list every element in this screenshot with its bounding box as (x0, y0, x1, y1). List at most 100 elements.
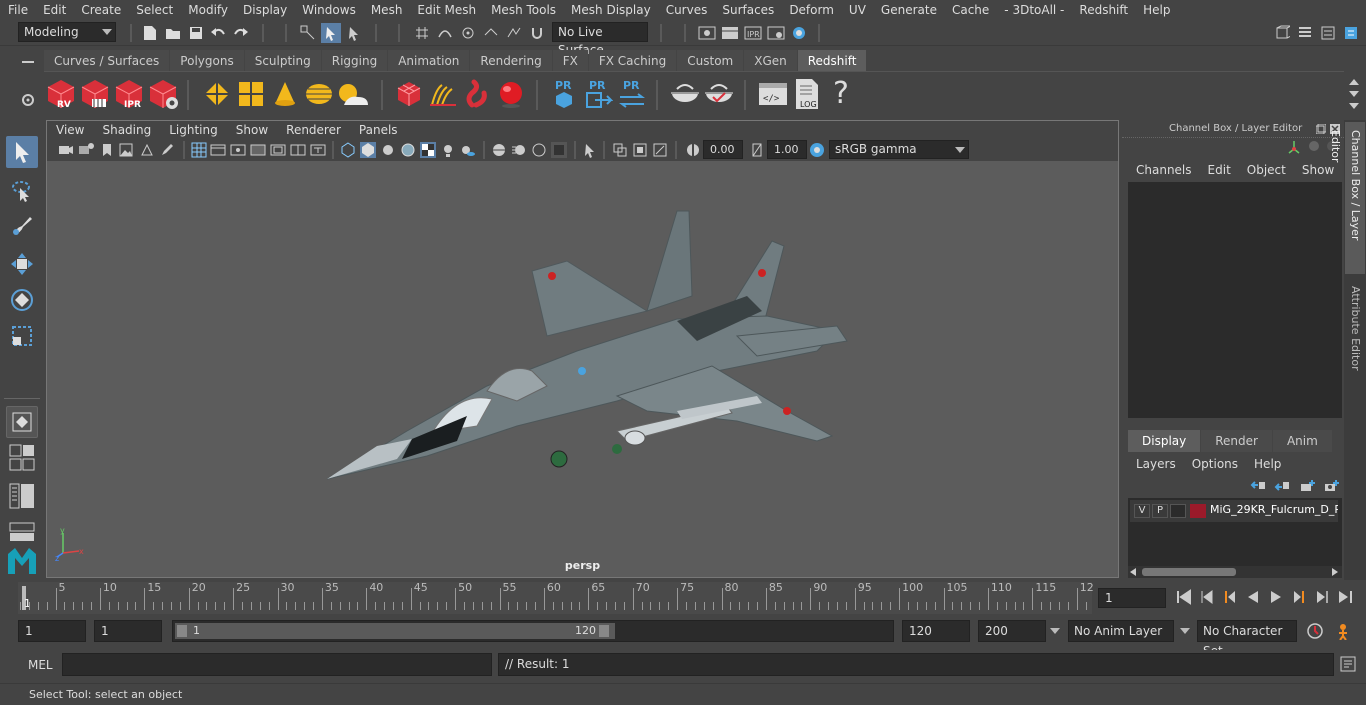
channel-box-menu-show[interactable]: Show (1294, 163, 1342, 177)
menu-file[interactable]: File (0, 3, 35, 17)
redshift-bake-button[interactable] (668, 77, 702, 111)
animation-start-field[interactable]: 1 (18, 620, 86, 642)
animation-end-field[interactable]: 200 (978, 620, 1046, 642)
layer-visibility-toggle[interactable]: V (1134, 504, 1150, 518)
menu-mesh[interactable]: Mesh (363, 3, 410, 17)
save-scene-icon[interactable] (186, 23, 206, 43)
new-empty-layer-icon[interactable] (1300, 479, 1316, 493)
shadows-icon[interactable] (460, 142, 476, 158)
menu-uv[interactable]: UV (841, 3, 873, 17)
layer-hscrollbar[interactable] (1128, 566, 1342, 578)
go-to-end-icon[interactable] (1337, 589, 1353, 605)
redshift-bake-sets-button[interactable] (702, 77, 736, 111)
shelf-tab-redshift[interactable]: Redshift (797, 50, 867, 71)
current-frame-field[interactable]: 1 (1098, 588, 1166, 608)
gamma-icon[interactable] (749, 142, 765, 158)
layer-row[interactable]: V P MiG_29KR_Fulcrum_D_Ru (1130, 500, 1338, 522)
four-view-layout-icon[interactable] (6, 442, 38, 474)
redshift-displacement-button[interactable] (460, 77, 494, 111)
redshift-mesh-light-button[interactable] (392, 77, 426, 111)
menu-windows[interactable]: Windows (294, 3, 363, 17)
new-layer-selected-icon[interactable] (1324, 479, 1340, 493)
layer-menu-options[interactable]: Options (1184, 457, 1246, 471)
viewport-menu-view[interactable]: View (47, 123, 93, 137)
shelf-tab-curves-surfaces[interactable]: Curves / Surfaces (44, 50, 170, 71)
scroll-thumb[interactable] (1142, 568, 1236, 576)
menu-redshift[interactable]: Redshift (1071, 3, 1135, 17)
layer-menu-layers[interactable]: Layers (1128, 457, 1184, 471)
redo-icon[interactable] (231, 23, 251, 43)
exposure-icon[interactable] (685, 142, 701, 158)
safe-title-icon[interactable] (310, 142, 326, 158)
time-slider[interactable]: 1 1 5 10 15 20 25 30 35 40 45 50 55 60 65 70 75 80 85 90 9… (0, 580, 1366, 616)
shelf-tab-fx[interactable]: FX (552, 50, 588, 71)
anim-layer-dropdown-icon[interactable] (1050, 627, 1060, 635)
menu-select[interactable]: Select (128, 3, 180, 17)
shelf-tab-fx-caching[interactable]: FX Caching (588, 50, 677, 71)
playback-end-field[interactable]: 120 (902, 620, 970, 642)
redshift-help-button[interactable]: ? (824, 77, 858, 111)
undo-icon[interactable] (208, 23, 228, 43)
auto-key-icon[interactable] (1306, 622, 1324, 640)
redshift-render-settings-button[interactable] (146, 77, 180, 111)
tool-settings-icon[interactable] (1318, 23, 1338, 43)
live-surface-field[interactable]: No Live Surface (552, 22, 648, 57)
multisample-aa-icon[interactable] (531, 142, 547, 158)
menu-cache[interactable]: Cache (944, 3, 996, 17)
side-tab-attribute-editor[interactable]: Attribute Editor (1345, 280, 1365, 380)
redshift-pr-export-button[interactable]: PR (581, 77, 615, 111)
menu-3dtoall[interactable]: - 3DtoAll - (996, 3, 1071, 17)
xray-icon[interactable] (612, 142, 628, 158)
menu-deform[interactable]: Deform (781, 3, 841, 17)
redshift-spot-light-button[interactable] (268, 77, 302, 111)
default-material-icon[interactable] (380, 142, 396, 158)
layer-color-swatch[interactable] (1190, 504, 1206, 518)
snap-point-icon[interactable] (458, 23, 478, 43)
manip-icon[interactable] (1287, 140, 1301, 154)
gate-mask-icon[interactable] (250, 142, 266, 158)
menu-surfaces[interactable]: Surfaces (714, 3, 781, 17)
attribute-editor-icon[interactable] (1295, 23, 1315, 43)
channel-box-menu-object[interactable]: Object (1239, 163, 1294, 177)
scroll-right-icon[interactable] (1332, 568, 1338, 576)
ipr-render-icon[interactable]: IPR (743, 23, 763, 43)
camera-attributes-icon[interactable] (78, 142, 94, 158)
redshift-ipr-button[interactable]: IPR (112, 77, 146, 111)
select-hierarchy-icon[interactable] (298, 23, 318, 43)
menu-mesh-tools[interactable]: Mesh Tools (483, 3, 563, 17)
script-editor-icon[interactable] (1340, 656, 1356, 672)
resolution-gate-icon[interactable] (230, 142, 246, 158)
step-forward-frame-icon[interactable] (1291, 589, 1307, 605)
shelf-tab-menu-icon[interactable] (18, 52, 38, 72)
menu-modify[interactable]: Modify (180, 3, 235, 17)
redshift-volume-button[interactable] (234, 77, 268, 111)
layer-display-type-toggle[interactable] (1170, 504, 1186, 518)
safe-action-icon[interactable] (290, 142, 306, 158)
channel-box-icon[interactable] (1341, 23, 1361, 43)
new-scene-icon[interactable] (140, 23, 160, 43)
shelf-menu-icon[interactable] (1344, 96, 1364, 116)
layer-tab-anim[interactable]: Anim (1272, 430, 1332, 452)
shelf-tab-rigging[interactable]: Rigging (321, 50, 388, 71)
scroll-left-icon[interactable] (1130, 568, 1136, 576)
viewport-menu-renderer[interactable]: Renderer (277, 123, 350, 137)
layer-menu-help[interactable]: Help (1246, 457, 1289, 471)
range-end-handle[interactable] (599, 625, 609, 637)
channel-box-menu-channels[interactable]: Channels (1128, 163, 1200, 177)
scale-tool-icon[interactable] (6, 320, 38, 352)
snap-grid-icon[interactable] (412, 23, 432, 43)
persp-viewport[interactable]: View Shading Lighting Show Renderer Panels (46, 120, 1119, 578)
viewport-menu-shading[interactable]: Shading (93, 123, 160, 137)
menu-curves[interactable]: Curves (658, 3, 715, 17)
channel-box-menu-edit[interactable]: Edit (1200, 163, 1239, 177)
mig-29-aircraft-model[interactable] (317, 201, 867, 491)
shelf-tab-animation[interactable]: Animation (388, 50, 470, 71)
rotate-tool-icon[interactable] (6, 284, 38, 316)
step-back-frame-icon[interactable] (1222, 589, 1238, 605)
shelf-settings-icon[interactable] (18, 90, 38, 110)
field-chart-icon[interactable] (270, 142, 286, 158)
move-layer-down-icon[interactable] (1274, 479, 1290, 493)
smooth-shade-icon[interactable] (360, 142, 376, 158)
image-plane-icon[interactable] (118, 142, 134, 158)
menu-edit-mesh[interactable]: Edit Mesh (409, 3, 483, 17)
